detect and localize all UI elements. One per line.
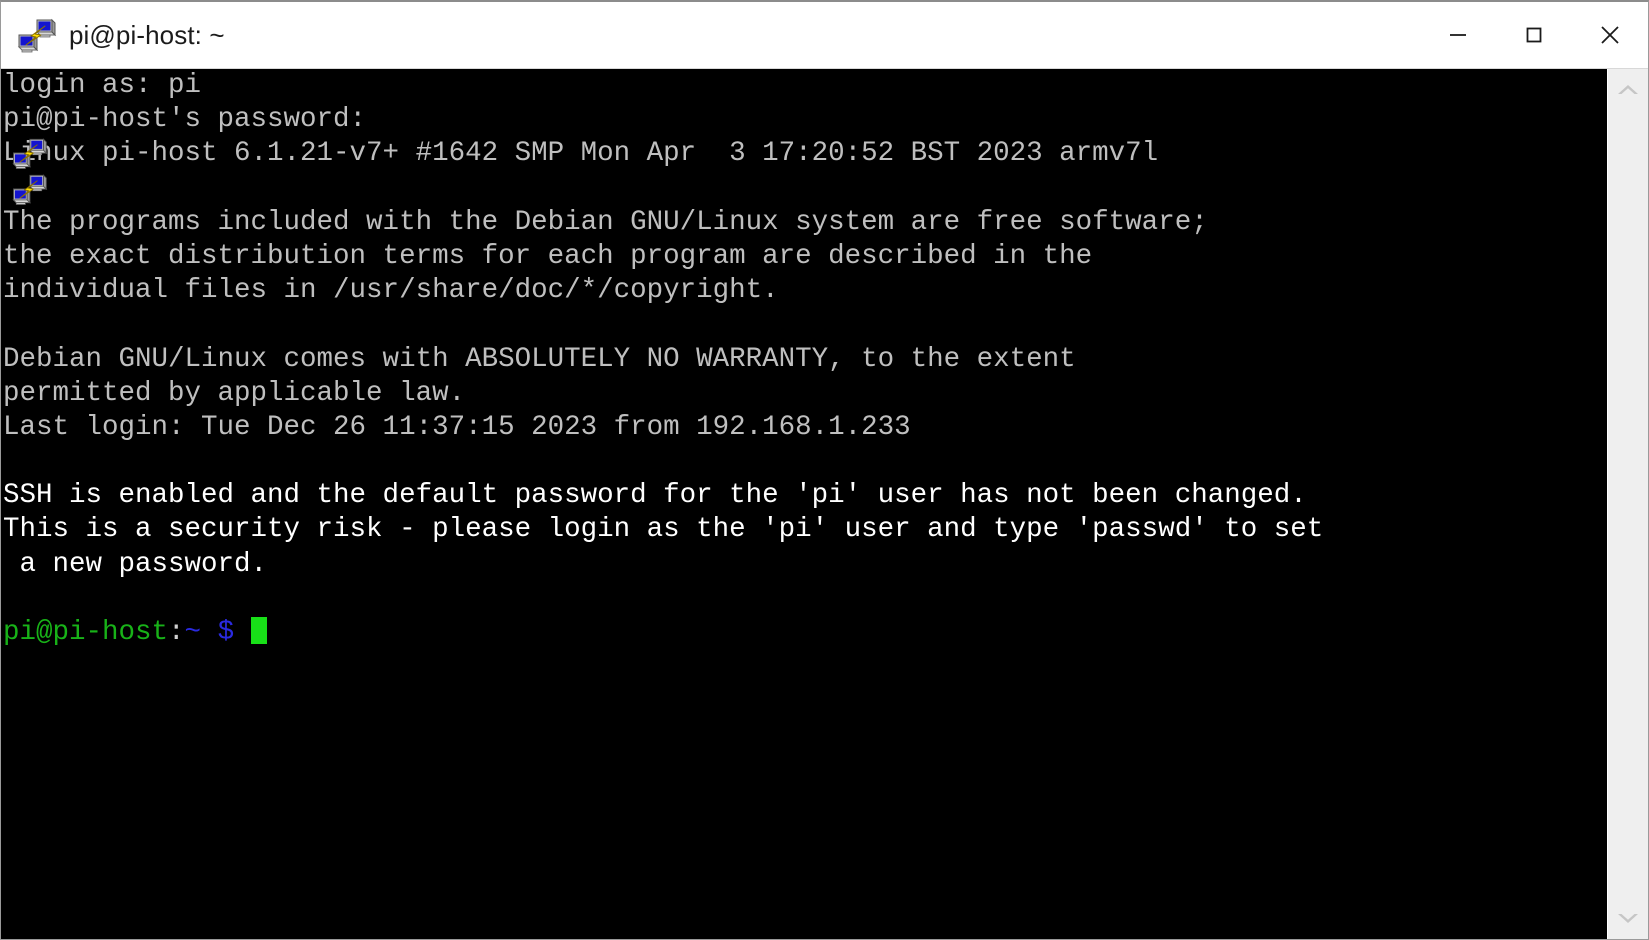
uname-banner: Linux pi-host 6.1.21-v7+ #1642 SMP Mon A…	[3, 138, 1159, 170]
terminal-line: Last login: Tue Dec 26 11:37:15 2023 fro…	[1, 411, 1607, 445]
title-bar[interactable]: pi@pi-host: ~	[1, 2, 1648, 68]
terminal-line: login as: pi	[1, 69, 1607, 103]
minimize-button[interactable]	[1420, 2, 1496, 68]
scrollbar-track[interactable]	[1608, 111, 1648, 897]
window-title: pi@pi-host: ~	[69, 19, 225, 50]
terminal-line: The programs included with the Debian GN…	[1, 206, 1607, 240]
terminal-area: login as: pi pi@pi-host's password: Linux …	[1, 68, 1648, 939]
login-prompt: login as: pi	[3, 70, 202, 101]
prompt-path: ~	[184, 617, 202, 648]
terminal-screen[interactable]: login as: pi pi@pi-host's password: Linux …	[1, 69, 1607, 939]
prompt-separator: :	[168, 617, 185, 648]
terminal-cursor	[250, 617, 267, 644]
terminal-line: pi@pi-host's password:	[1, 103, 1607, 137]
terminal-line: individual files in /usr/share/doc/*/cop…	[1, 274, 1607, 308]
terminal-line: permitted by applicable law.	[1, 377, 1607, 411]
prompt-user-host: pi@pi-host	[3, 617, 169, 648]
ssh-warning-2: This is a security risk - please login a…	[3, 514, 1324, 546]
debian-notice-2: the exact distribution terms for each pr…	[3, 240, 1093, 272]
last-login: Last login: Tue Dec 26 11:37:15 2023 fro…	[3, 411, 911, 443]
putty-icon	[14, 13, 58, 57]
prompt-sigil: $	[217, 617, 235, 648]
terminal-line: Debian GNU/Linux comes with ABSOLUTELY N…	[1, 343, 1607, 377]
maximize-button[interactable]	[1496, 2, 1572, 68]
terminal-output: login as: pi pi@pi-host's password: Linux …	[1, 69, 1607, 650]
terminal-line: a new password.	[1, 548, 1607, 582]
warranty-2: permitted by applicable law.	[3, 377, 466, 409]
terminal-line: This is a security risk - please login a…	[1, 513, 1607, 547]
debian-notice-3: individual files in /usr/share/doc/*/cop…	[3, 275, 779, 307]
putty-window: pi@pi-host: ~ login as: pi pi@pi-host's …	[0, 0, 1649, 940]
ssh-warning-3: a new password.	[3, 548, 268, 580]
vertical-scrollbar[interactable]	[1607, 69, 1648, 939]
close-button[interactable]	[1572, 2, 1648, 68]
shell-prompt-line[interactable]: pi@pi-host:~ $	[1, 616, 1607, 650]
terminal-line: the exact distribution terms for each pr…	[1, 240, 1607, 274]
ssh-warning-1: SSH is enabled and the default password …	[3, 480, 1307, 512]
terminal-line: SSH is enabled and the default password …	[1, 479, 1607, 513]
terminal-line: Linux pi-host 6.1.21-v7+ #1642 SMP Mon A…	[1, 137, 1607, 171]
debian-notice-1: The programs included with the Debian GN…	[3, 206, 1208, 238]
window-controls	[1420, 2, 1648, 68]
warranty-1: Debian GNU/Linux comes with ABSOLUTELY N…	[3, 343, 1076, 375]
password-prompt: pi@pi-host's password:	[3, 104, 367, 136]
prompt-space-2	[234, 617, 251, 648]
scroll-down-arrow-icon[interactable]	[1608, 897, 1648, 939]
scroll-up-arrow-icon[interactable]	[1608, 69, 1648, 111]
